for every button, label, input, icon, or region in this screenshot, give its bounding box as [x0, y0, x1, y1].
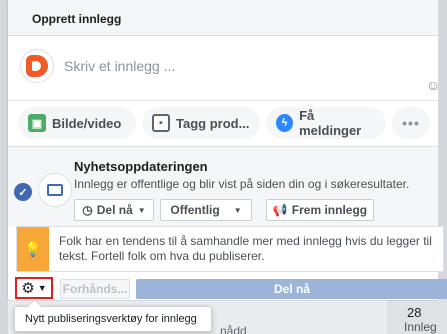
post-text-input[interactable]: Skriv et innlegg ... [64, 58, 175, 74]
tag-products-label: Tagg prod... [176, 115, 250, 131]
post-composer[interactable]: Skriv et innlegg ... [8, 36, 438, 96]
background-reached-label: nådd [220, 324, 247, 334]
background-page-left [0, 0, 8, 334]
caret-down-icon: ▼ [37, 283, 47, 293]
lightbulb-icon: 💡 [17, 227, 49, 271]
checkmark-icon[interactable]: ✓ [14, 183, 32, 201]
publishing-tools-button[interactable]: ⚙ ▼ [15, 277, 53, 299]
audience-select[interactable]: Offentlig ▼ [160, 199, 252, 221]
photo-video-label: Bilde/video [52, 115, 122, 131]
create-post-dialog: Opprett innlegg Skriv et innlegg ... ☺ ▣… [8, 0, 447, 300]
news-feed-title: Nyhetsoppdateringen [74, 159, 208, 174]
clock-icon: ◷ [82, 203, 93, 217]
emoji-icon[interactable]: ☺ [426, 77, 440, 93]
dialog-title: Opprett innlegg [32, 12, 122, 26]
writing-tip: 💡 Folk har en tendens til å samhandle me… [16, 226, 444, 272]
share-now-button[interactable]: Del nå [136, 279, 447, 299]
get-messages-button[interactable]: ϟ Få meldinger [266, 107, 386, 139]
post-actions: ▣ Bilde/video ▪ Tagg prod... ϟ Få meldin… [8, 100, 438, 144]
news-feed-icon [38, 173, 72, 207]
megaphone-icon: 📢 [272, 203, 288, 217]
boost-post-button[interactable]: 📢 Frem innlegg [266, 199, 374, 221]
more-options-button[interactable]: ••• [392, 107, 430, 139]
dialog-header: Opprett innlegg [8, 0, 438, 36]
writing-tip-text: Folk har en tendens til å samhandle mer … [59, 234, 432, 263]
news-feed-description: Innlegg er offentlige og blir vist på si… [74, 177, 410, 191]
background-count: 28 [407, 305, 422, 320]
dialog-footer: ⚙ ▼ Forhånds... Del nå [8, 276, 447, 300]
publish-time-select[interactable]: ◷ Del nå ▼ [74, 199, 154, 221]
gear-icon: ⚙ [21, 279, 35, 297]
chevron-down-icon: ▼ [233, 205, 242, 215]
audience-value: Offentlig [170, 203, 220, 217]
messenger-icon: ϟ [276, 114, 294, 132]
news-feed-section: ✓ Nyhetsoppdateringen Innlegg er offentl… [8, 146, 438, 226]
shopping-bag-icon: ▪ [152, 114, 170, 132]
preview-button[interactable]: Forhånds... [60, 279, 130, 299]
boost-post-label: Frem innlegg [291, 203, 368, 217]
background-label: Innleg [404, 320, 437, 334]
publishing-tools-tooltip: Nytt publiseringsverktøy for innlegg [14, 306, 212, 332]
page-avatar [20, 49, 54, 83]
photo-icon: ▣ [28, 114, 46, 132]
get-messages-label: Få meldinger [299, 108, 362, 138]
photo-video-button[interactable]: ▣ Bilde/video [18, 107, 136, 139]
tag-products-button[interactable]: ▪ Tagg prod... [142, 107, 260, 139]
tooltip-text: Nytt publiseringsverktøy for innlegg [25, 313, 197, 325]
chevron-down-icon: ▼ [137, 205, 146, 215]
publish-time-value: Del nå [96, 203, 133, 217]
